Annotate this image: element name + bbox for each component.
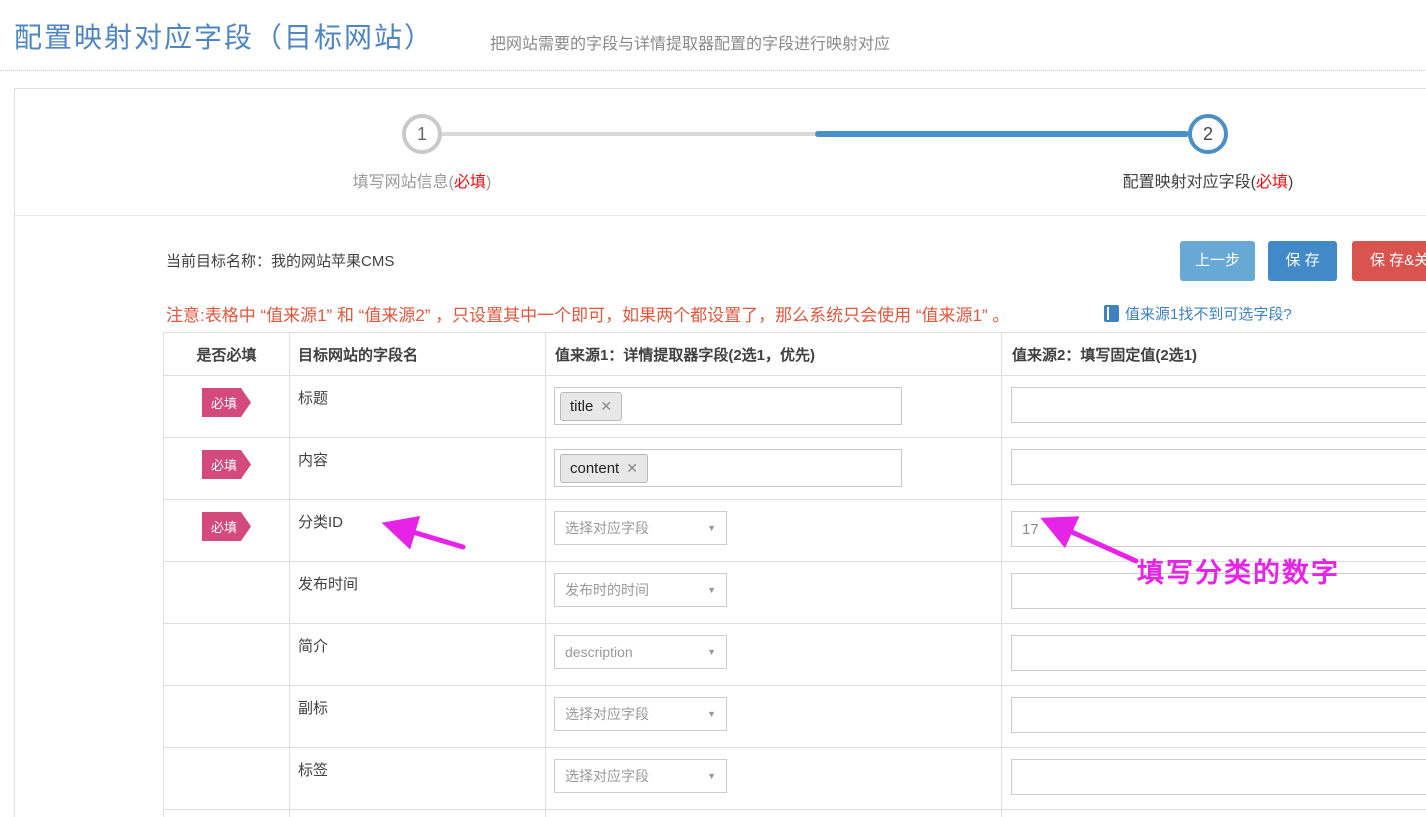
source2-input[interactable] <box>1011 697 1426 733</box>
required-cell <box>164 562 290 624</box>
table-row-partial <box>164 810 1426 817</box>
table-row: 必填 内容 content ✕ <box>164 438 1426 500</box>
source2-cell <box>1002 748 1426 810</box>
source2-input[interactable] <box>1011 387 1426 423</box>
tag-chip: title ✕ <box>560 392 622 421</box>
table-row: 必填 标题 title ✕ <box>164 376 1426 438</box>
caret-down-icon: ▼ <box>707 585 716 595</box>
step-1-required: 必填 <box>454 174 486 191</box>
step-1-circle[interactable]: 1 <box>402 114 442 154</box>
step-2-label-close: ) <box>1288 174 1293 191</box>
select-value: 发布时的时间 <box>565 580 649 600</box>
step-1-label-close: ) <box>486 174 491 191</box>
page-subtitle: 把网站需要的字段与详情提取器配置的字段进行映射对应 <box>490 30 890 54</box>
source2-cell <box>1002 624 1426 686</box>
select-value: 选择对应字段 <box>565 518 649 538</box>
header-source1: 值来源1：详情提取器字段(2选1，优先) <box>546 333 1002 376</box>
remove-tag-icon[interactable]: ✕ <box>626 460 638 477</box>
book-icon <box>1104 305 1119 322</box>
field-name-cell: 副标 <box>290 686 546 748</box>
required-badge: 必填 <box>202 388 251 417</box>
tag-chip: content ✕ <box>560 454 648 483</box>
source1-cell: description ▼ <box>546 624 1002 686</box>
source1-cell <box>546 810 1002 817</box>
tag-label: content <box>570 460 619 477</box>
required-cell: 必填 <box>164 500 290 562</box>
field-name-cell: 分类ID <box>290 500 546 562</box>
source2-input[interactable]: 17 <box>1011 511 1426 547</box>
header-required: 是否必填 <box>164 333 290 376</box>
table-header-row: 是否必填 目标网站的字段名 值来源1：详情提取器字段(2选1，优先) 值来源2：… <box>164 333 1426 376</box>
select-value: 选择对应字段 <box>565 704 649 724</box>
source1-select[interactable]: description ▼ <box>554 635 727 669</box>
save-button[interactable]: 保 存 <box>1268 241 1337 281</box>
field-name-cell <box>290 810 546 817</box>
source2-input[interactable] <box>1011 635 1426 671</box>
remove-tag-icon[interactable]: ✕ <box>600 398 612 415</box>
source1-select[interactable]: 选择对应字段 ▼ <box>554 697 727 731</box>
save-and-close-button[interactable]: 保 存&关 <box>1352 241 1426 281</box>
source2-cell <box>1002 810 1426 817</box>
required-cell <box>164 686 290 748</box>
step-1-label-text: 填写网站信息( <box>353 174 454 191</box>
current-target-name: 当前目标名称：我的网站苹果CMS <box>166 250 394 271</box>
step-1-label: 填写网站信息(必填) <box>272 168 572 192</box>
table-row: 副标 选择对应字段 ▼ <box>164 686 1426 748</box>
page-title: 配置映射对应字段（目标网站） <box>14 16 434 56</box>
prev-step-button[interactable]: 上一步 <box>1180 241 1255 281</box>
source2-input[interactable] <box>1011 449 1426 485</box>
source1-cell: 选择对应字段 ▼ <box>546 686 1002 748</box>
field-name-cell: 发布时间 <box>290 562 546 624</box>
notice-text: 注意:表格中 “值来源1” 和 “值来源2” ，只设置其中一个即可，如果两个都设… <box>166 301 1009 326</box>
caret-down-icon: ▼ <box>707 523 716 533</box>
source1-tag-input[interactable]: content ✕ <box>554 449 902 487</box>
source1-cell: 选择对应字段 ▼ <box>546 500 1002 562</box>
title-divider <box>0 70 1426 71</box>
source2-input[interactable] <box>1011 759 1426 795</box>
table-row: 简介 description ▼ <box>164 624 1426 686</box>
tag-label: title <box>570 398 593 415</box>
source2-cell <box>1002 686 1426 748</box>
step-2-label: 配置映射对应字段(必填) <box>1058 168 1358 192</box>
field-name-cell: 标题 <box>290 376 546 438</box>
required-cell: 必填 <box>164 438 290 500</box>
source1-cell: 发布时的时间 ▼ <box>546 562 1002 624</box>
required-badge: 必填 <box>202 512 251 541</box>
header-field-name: 目标网站的字段名 <box>290 333 546 376</box>
source1-select[interactable]: 发布时的时间 ▼ <box>554 573 727 607</box>
source1-cell: title ✕ <box>546 376 1002 438</box>
select-value: 选择对应字段 <box>565 766 649 786</box>
required-cell: 必填 <box>164 376 290 438</box>
step-2-label-text: 配置映射对应字段( <box>1123 174 1256 191</box>
category-hint-annotation: 填写分类的数字 <box>1137 551 1340 590</box>
select-value: description <box>565 644 633 660</box>
source1-cell: 选择对应字段 ▼ <box>546 748 1002 810</box>
source2-cell <box>1002 376 1426 438</box>
field-name-cell: 标签 <box>290 748 546 810</box>
field-name-cell: 内容 <box>290 438 546 500</box>
source1-select[interactable]: 选择对应字段 ▼ <box>554 759 727 793</box>
header-source2: 值来源2：填写固定值(2选1) <box>1002 333 1426 376</box>
required-cell <box>164 748 290 810</box>
field-name-cell: 简介 <box>290 624 546 686</box>
required-cell <box>164 624 290 686</box>
step-2-required: 必填 <box>1256 174 1288 191</box>
table-row: 标签 选择对应字段 ▼ <box>164 748 1426 810</box>
source1-tag-input[interactable]: title ✕ <box>554 387 902 425</box>
stepper-progress <box>815 131 1189 137</box>
stepper-divider <box>15 215 1426 216</box>
source1-select[interactable]: 选择对应字段 ▼ <box>554 511 727 545</box>
caret-down-icon: ▼ <box>707 709 716 719</box>
source1-cell: content ✕ <box>546 438 1002 500</box>
required-cell <box>164 810 290 817</box>
required-badge: 必填 <box>202 450 251 479</box>
caret-down-icon: ▼ <box>707 771 716 781</box>
source2-cell <box>1002 438 1426 500</box>
step-2-circle[interactable]: 2 <box>1188 114 1228 154</box>
source1-help-link[interactable]: 值来源1找不到可选字段? <box>1125 303 1292 324</box>
caret-down-icon: ▼ <box>707 647 716 657</box>
